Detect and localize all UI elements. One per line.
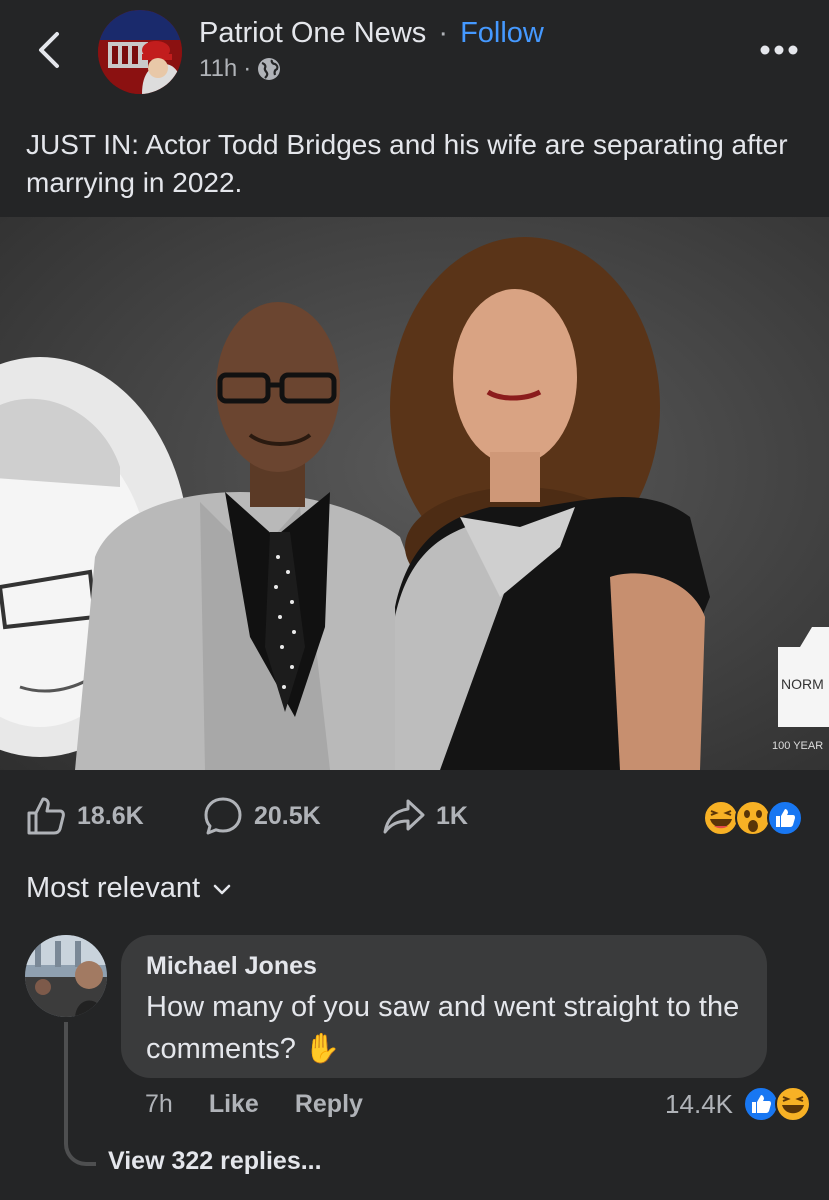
comment-bubble[interactable]: Michael Jones How many of you saw and we… bbox=[121, 935, 767, 1078]
comment-time: 7h bbox=[145, 1090, 173, 1118]
comment-reaction-icons bbox=[743, 1086, 811, 1122]
haha-reaction-icon bbox=[703, 800, 739, 836]
like-count: 18.6K bbox=[77, 801, 144, 830]
post-time[interactable]: 11h bbox=[199, 55, 237, 83]
like-reaction-icon bbox=[743, 1086, 779, 1122]
photo-sign-subtext: 100 YEAR bbox=[772, 740, 823, 752]
comment-like-button[interactable]: Like bbox=[209, 1090, 259, 1119]
post-photo[interactable]: NORM 100 YEAR bbox=[0, 217, 829, 770]
reaction-summary[interactable] bbox=[703, 800, 803, 836]
sort-label: Most relevant bbox=[26, 872, 201, 904]
like-button[interactable]: 18.6K bbox=[25, 795, 144, 837]
more-options-button[interactable] bbox=[759, 40, 799, 60]
page-name[interactable]: Patriot One News bbox=[199, 17, 426, 49]
commenter-avatar-image bbox=[25, 935, 107, 1017]
meta-separator: · bbox=[243, 55, 252, 82]
comment-sort-dropdown[interactable]: Most relevant bbox=[26, 872, 232, 905]
couple-photo-image: NORM 100 YEAR bbox=[0, 217, 829, 770]
chevron-down-icon bbox=[213, 884, 231, 894]
post-action-bar: 18.6K 20.5K 1K bbox=[0, 790, 829, 844]
comment-count: 20.5K bbox=[254, 801, 321, 830]
comment-reaction-count: 14.4K bbox=[665, 1088, 733, 1119]
back-button[interactable] bbox=[30, 28, 70, 72]
haha-reaction-icon bbox=[775, 1086, 811, 1122]
reaction-icons bbox=[703, 800, 803, 836]
comment-reply-button[interactable]: Reply bbox=[295, 1090, 363, 1119]
comment-text: How many of you saw and went straight to… bbox=[146, 991, 740, 1065]
post-meta: 11h · bbox=[199, 55, 281, 83]
share-icon bbox=[383, 799, 425, 834]
share-button[interactable]: 1K bbox=[382, 795, 468, 837]
like-reaction-icon bbox=[767, 800, 803, 836]
globe-icon bbox=[258, 58, 281, 80]
wow-reaction-icon bbox=[735, 800, 771, 836]
page-name-row: Patriot One News · Follow bbox=[199, 16, 544, 50]
title-separator: · bbox=[438, 17, 448, 49]
like-icon bbox=[27, 797, 65, 835]
comment-button[interactable]: 20.5K bbox=[202, 795, 321, 837]
reply-thread-line bbox=[64, 1022, 96, 1166]
photo-sign-text: NORM bbox=[781, 676, 824, 692]
page-logo-image bbox=[98, 10, 182, 94]
follow-button[interactable]: Follow bbox=[460, 17, 544, 49]
comment-meta: 7h Like Reply bbox=[145, 1090, 399, 1119]
comment-reaction-summary[interactable]: 14.4K bbox=[665, 1086, 813, 1122]
chevron-left-icon bbox=[39, 32, 59, 68]
post-text: JUST IN: Actor Todd Bridges and his wife… bbox=[26, 129, 788, 198]
view-replies-link[interactable]: View 322 replies... bbox=[108, 1147, 322, 1176]
commenter-avatar[interactable] bbox=[25, 935, 107, 1017]
post-header: Patriot One News · Follow 11h · bbox=[0, 0, 829, 100]
post-screen: Patriot One News · Follow 11h · JUST IN:… bbox=[0, 0, 829, 1200]
page-avatar[interactable] bbox=[98, 10, 182, 94]
comment-icon bbox=[204, 797, 242, 835]
more-dots-icon bbox=[760, 45, 798, 55]
commenter-name[interactable]: Michael Jones bbox=[146, 952, 317, 981]
share-count: 1K bbox=[436, 801, 468, 830]
